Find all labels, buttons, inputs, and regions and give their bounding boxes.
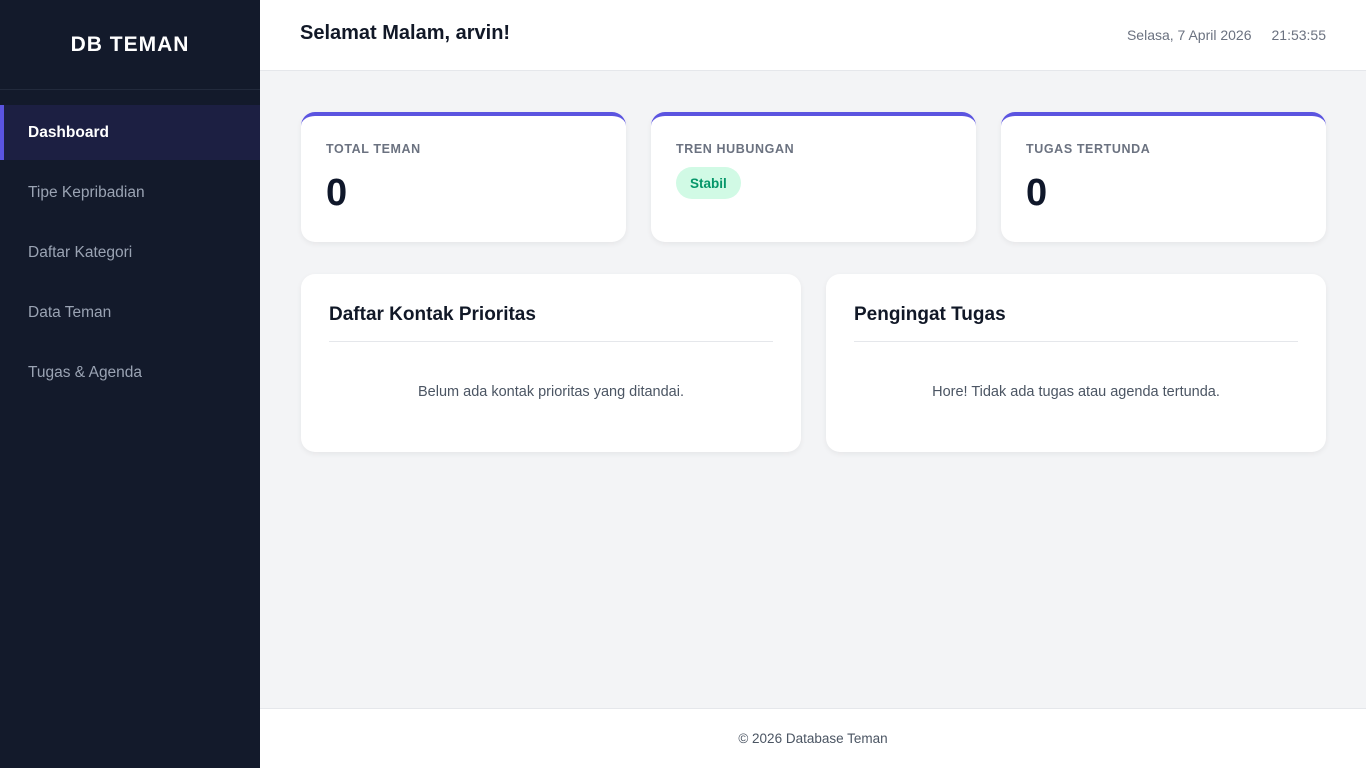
current-date: Selasa, 7 April 2026 [1126,27,1252,43]
stat-label: TREN HUBUNGAN [676,142,795,156]
sidebar-item-data-teman[interactable]: Data Teman [0,285,260,340]
panel-task-reminder: Pengingat Tugas Hore! Tidak ada tugas at… [826,274,1326,452]
sidebar-nav: Dashboard Tipe Kepribadian Daftar Katego… [0,90,260,400]
panel-title: Daftar Kontak Prioritas [329,304,536,325]
current-time: 21:53:55 [1271,27,1327,43]
sidebar-item-tugas-agenda[interactable]: Tugas & Agenda [0,345,260,400]
stat-label: TOTAL TEMAN [326,142,421,156]
sidebar: DB TEMAN Dashboard Tipe Kepribadian Daft… [0,0,260,768]
stat-value: 0 [1026,172,1048,214]
stat-card-total-teman: TOTAL TEMAN 0 [301,112,626,242]
brand-title: DB TEMAN [70,32,190,56]
panel-title: Pengingat Tugas [854,304,1006,325]
sidebar-item-tipe-kepribadian[interactable]: Tipe Kepribadian [0,165,260,220]
panel-divider [854,341,1298,342]
stat-card-tren-hubungan: TREN HUBUNGAN Stabil [651,112,976,242]
status-badge: Stabil [676,167,741,199]
stat-card-tugas-tertunda: TUGAS TERTUNDA 0 [1001,112,1326,242]
footer-copyright: © 2026 Database Teman [738,731,888,746]
stat-label: TUGAS TERTUNDA [1026,142,1151,156]
sidebar-item-daftar-kategori[interactable]: Daftar Kategori [0,225,260,280]
stat-value: 0 [326,172,348,214]
top-header: Selamat Malam, arvin! Selasa, 7 April 20… [260,0,1366,71]
page-greeting: Selamat Malam, arvin! [300,22,511,44]
empty-state-message: Belum ada kontak prioritas yang ditandai… [418,384,684,400]
brand-logo[interactable]: DB TEMAN [0,0,260,90]
empty-state-message: Hore! Tidak ada tugas atau agenda tertun… [932,384,1220,400]
sidebar-item-dashboard[interactable]: Dashboard [0,105,260,160]
datetime-display: Selasa, 7 April 2026 21:53:55 [1127,27,1326,43]
panel-divider [329,341,773,342]
page-footer: © 2026 Database Teman [260,708,1366,768]
panel-priority-contacts: Daftar Kontak Prioritas Belum ada kontak… [301,274,801,452]
